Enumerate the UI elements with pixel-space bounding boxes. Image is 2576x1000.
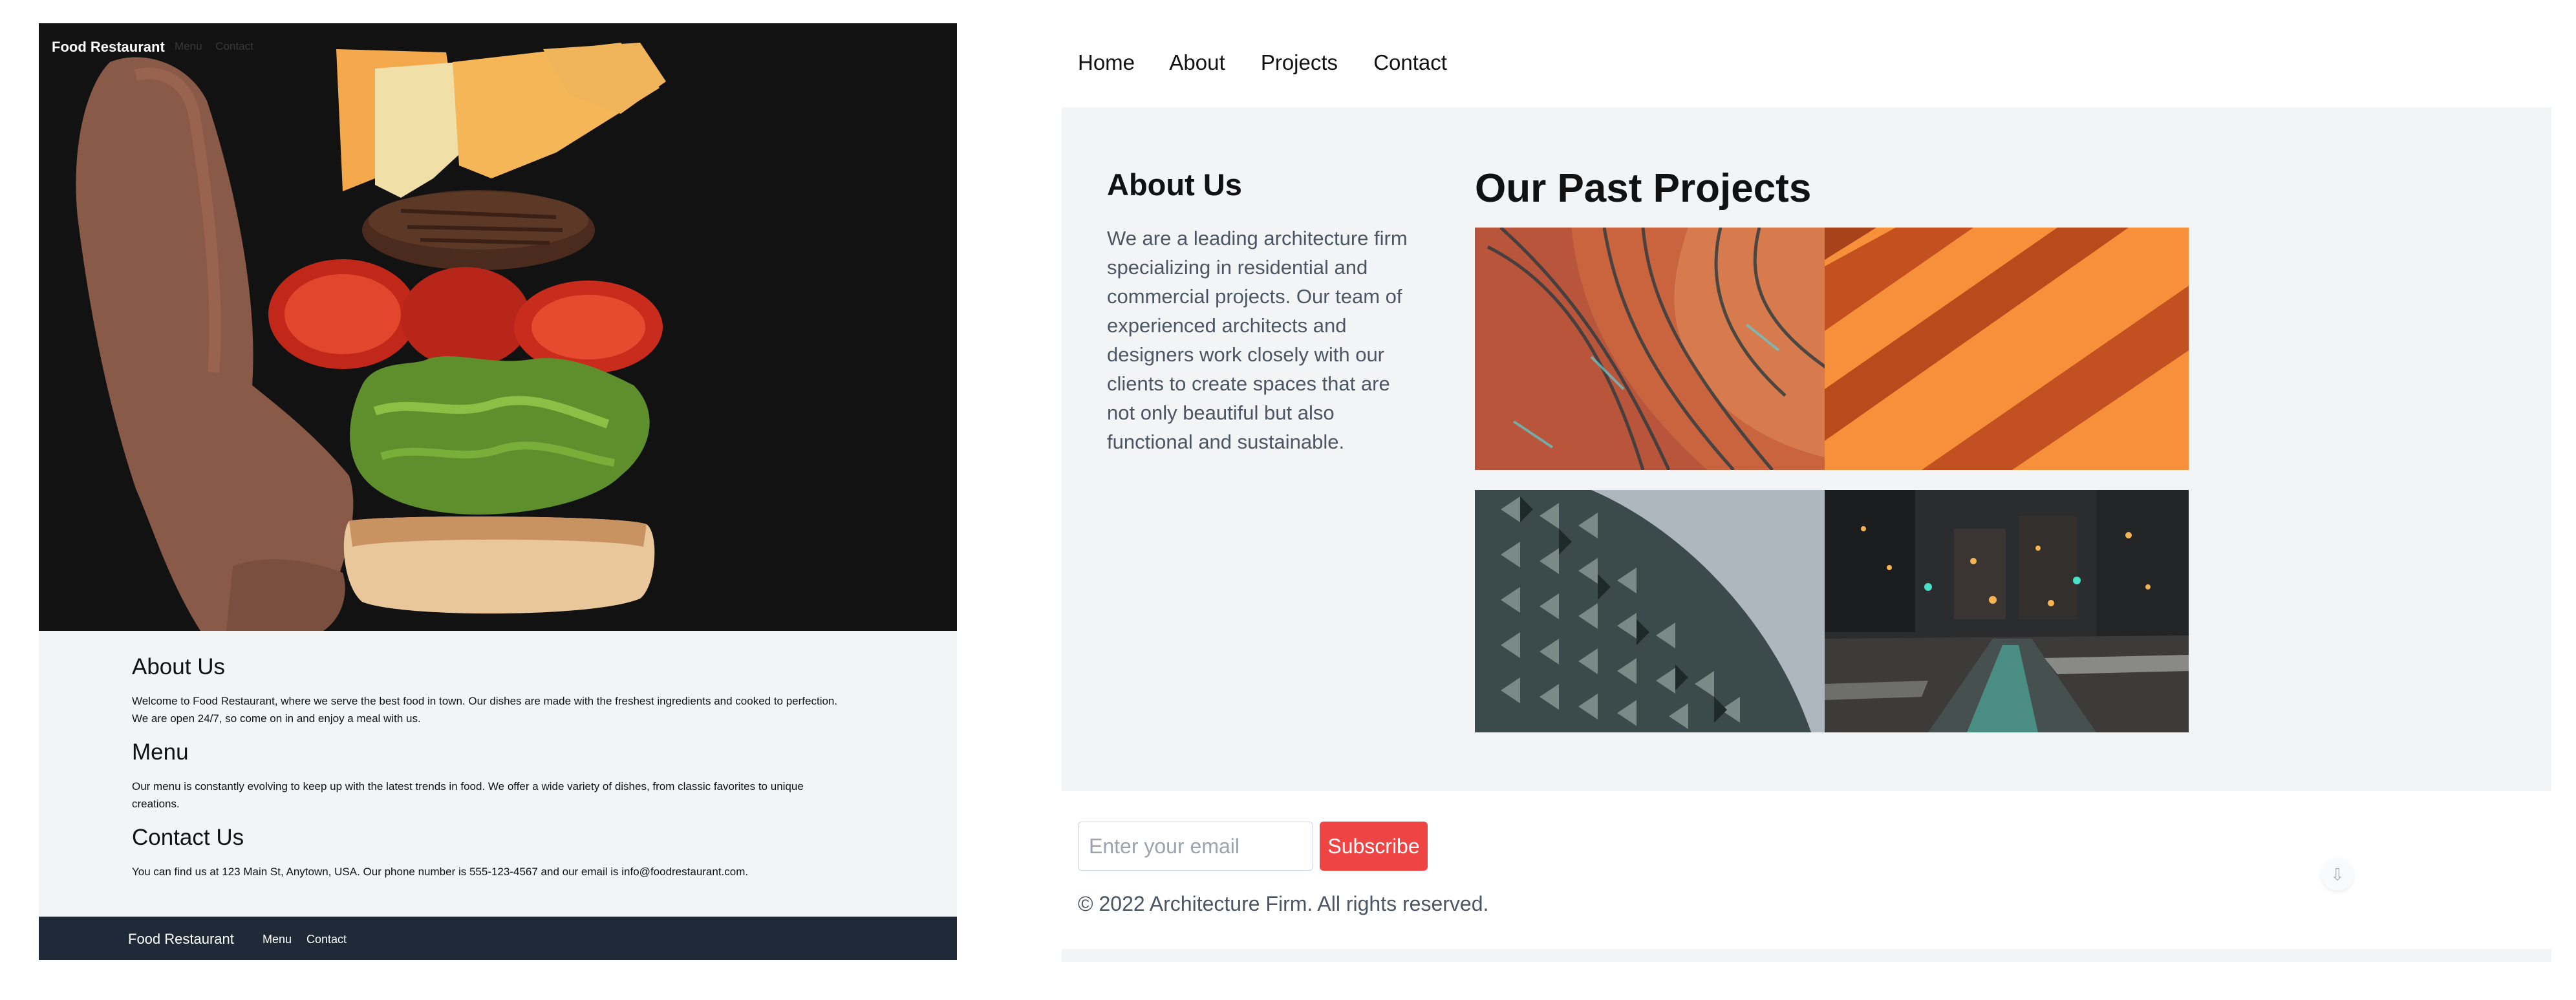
- food-nav-contact-link[interactable]: Contact: [215, 40, 253, 52]
- arch-nav: Home About Projects Contact: [1078, 50, 1477, 75]
- arrow-down-icon[interactable]: ⇩: [2321, 858, 2354, 891]
- food-footer-menu-link[interactable]: Menu: [263, 933, 292, 946]
- food-contact-text: You can find us at 123 Main St, Anytown,…: [132, 866, 749, 878]
- food-about-text: Welcome to Food Restaurant, where we ser…: [132, 695, 838, 725]
- subscribe-button[interactable]: Subscribe: [1320, 822, 1428, 871]
- food-nav-brand[interactable]: Food Restaurant: [52, 39, 165, 56]
- project-image-orange-wall[interactable]: [1825, 228, 2189, 470]
- arch-about-title: About Us: [1107, 167, 1242, 202]
- food-footer-brand[interactable]: Food Restaurant: [128, 931, 234, 948]
- food-about-title: About Us: [132, 654, 225, 679]
- arch-nav-projects[interactable]: Projects: [1261, 50, 1338, 74]
- newsletter-email-input[interactable]: [1078, 822, 1313, 871]
- food-contact-title: Contact Us: [132, 825, 244, 850]
- food-menu-text: Our menu is constantly evolving to keep …: [132, 780, 804, 810]
- food-footer: Food Restaurant Menu Contact: [39, 917, 957, 960]
- copyright-text: © 2022 Architecture Firm. All rights res…: [1078, 892, 1489, 915]
- arch-projects-title: Our Past Projects: [1475, 166, 1812, 211]
- arch-main-section: About Us We are a leading architecture f…: [1062, 107, 2551, 791]
- burger-hero-image: Food Restaurant Menu Contact: [39, 23, 957, 631]
- food-restaurant-page: Food Restaurant Menu Contact About Us We…: [39, 23, 957, 960]
- arch-nav-contact[interactable]: Contact: [1373, 50, 1447, 74]
- food-nav-links: Menu Contact: [175, 40, 264, 53]
- project-image-curved-facade[interactable]: [1475, 228, 1839, 470]
- food-menu-title: Menu: [132, 739, 189, 765]
- arch-nav-about[interactable]: About: [1169, 50, 1225, 74]
- food-footer-contact-link[interactable]: Contact: [306, 933, 347, 946]
- project-image-spiky-dome[interactable]: [1475, 490, 1839, 732]
- arch-about-text: We are a leading architecture firm speci…: [1107, 227, 1408, 453]
- arch-nav-home[interactable]: Home: [1078, 50, 1135, 74]
- food-nav-menu-link[interactable]: Menu: [175, 40, 202, 52]
- project-image-night-street[interactable]: [1825, 490, 2189, 732]
- footer-strip: [1062, 949, 2551, 962]
